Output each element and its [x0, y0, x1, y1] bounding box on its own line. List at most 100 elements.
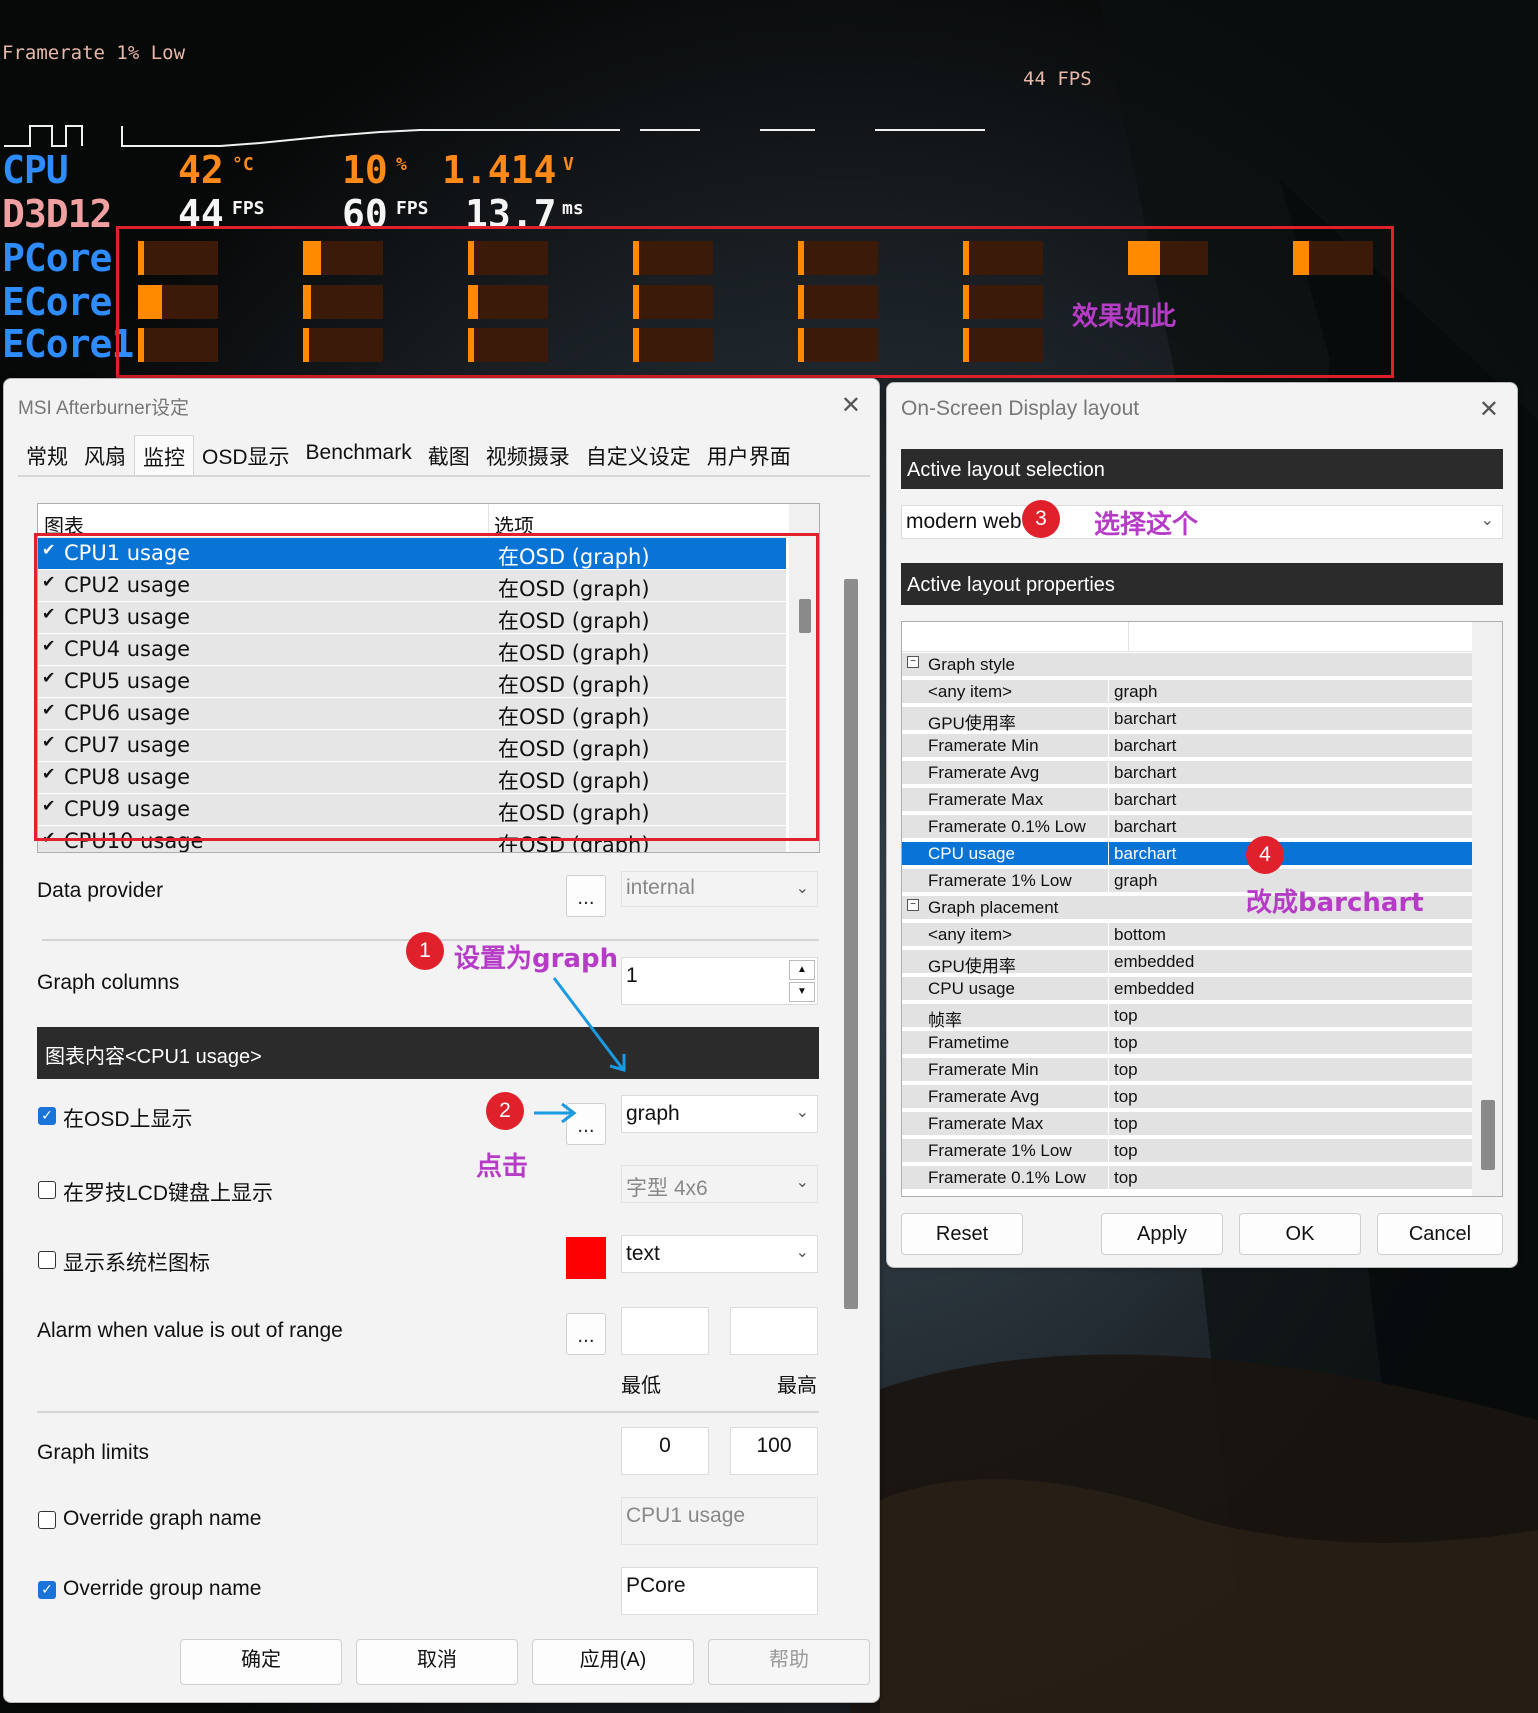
- property-row[interactable]: 帧率 top: [902, 1004, 1474, 1030]
- cancel-button[interactable]: Cancel: [1377, 1213, 1503, 1255]
- property-row[interactable]: Framerate 1% Low top: [902, 1139, 1474, 1163]
- property-value[interactable]: graph: [1114, 871, 1157, 891]
- graph-limit-min-input[interactable]: 0: [621, 1427, 709, 1475]
- tray-icon-label: 显示系统栏图标: [63, 1252, 210, 1275]
- property-row[interactable]: Framerate 0.1% Low barchart: [902, 815, 1474, 839]
- show-lcd-checkbox[interactable]: [38, 1181, 56, 1199]
- chevron-down-icon: ⌄: [795, 880, 809, 897]
- property-row[interactable]: CPU usage barchart: [902, 842, 1474, 866]
- annotation-change-barchart: 改成barchart: [1246, 888, 1424, 918]
- collapse-icon[interactable]: −: [907, 899, 919, 911]
- property-value[interactable]: top: [1114, 1060, 1138, 1080]
- annotation-click: 点击: [476, 1152, 529, 1182]
- property-row[interactable]: CPU usage embedded: [902, 977, 1474, 1001]
- show-in-osd-checkbox[interactable]: ✓: [38, 1107, 56, 1125]
- property-value[interactable]: embedded: [1114, 952, 1194, 972]
- annotation-badge-3: 3: [1022, 500, 1060, 538]
- ok-button[interactable]: 确定: [180, 1639, 342, 1685]
- tab-general[interactable]: 常规: [18, 435, 76, 475]
- property-value[interactable]: top: [1114, 1141, 1138, 1161]
- tab-fan[interactable]: 风扇: [76, 435, 134, 475]
- window-title: MSI Afterburner设定: [18, 398, 190, 419]
- properties-scroll-thumb[interactable]: [1481, 1100, 1495, 1170]
- tab-screenshot[interactable]: 截图: [420, 435, 478, 475]
- tab-benchmark[interactable]: Benchmark: [298, 435, 420, 475]
- osd-cpu-usage: 10: [342, 148, 388, 192]
- graph-limit-max-input[interactable]: 100: [730, 1427, 818, 1475]
- property-value[interactable]: barchart: [1114, 763, 1176, 783]
- close-icon[interactable]: ✕: [1479, 395, 1499, 423]
- osd-group-ecore1: ECore1: [2, 322, 134, 366]
- data-provider-more-button[interactable]: ...: [566, 875, 606, 917]
- highlight-box-list: [34, 533, 819, 841]
- property-key: Framerate Min: [928, 736, 1039, 755]
- tab-custom[interactable]: 自定义设定: [578, 435, 699, 475]
- property-row[interactable]: Framerate Min top: [902, 1058, 1474, 1082]
- alarm-max-input[interactable]: [730, 1307, 818, 1355]
- property-group[interactable]: − Graph style: [902, 653, 1474, 677]
- alarm-min-input[interactable]: [621, 1307, 709, 1355]
- reset-button[interactable]: Reset: [901, 1213, 1023, 1255]
- tray-type-select[interactable]: text ⌄: [621, 1235, 818, 1273]
- property-value[interactable]: top: [1114, 1114, 1138, 1134]
- property-key: Framerate 0.1% Low: [928, 817, 1086, 836]
- close-icon[interactable]: ✕: [841, 391, 861, 419]
- tab-video-capture[interactable]: 视频摄录: [478, 435, 578, 475]
- property-row[interactable]: GPU使用率 barchart: [902, 707, 1474, 733]
- graph-columns-stepper[interactable]: 1 ▲ ▼: [621, 957, 818, 1005]
- property-value[interactable]: top: [1114, 1168, 1138, 1188]
- property-row[interactable]: Framerate Min barchart: [902, 734, 1474, 758]
- property-row[interactable]: Framerate Avg top: [902, 1085, 1474, 1109]
- override-graph-name-label: Override graph name: [63, 1507, 262, 1530]
- property-value[interactable]: bottom: [1114, 925, 1166, 945]
- override-graph-name-checkbox[interactable]: [38, 1511, 56, 1529]
- cancel-button[interactable]: 取消: [356, 1639, 518, 1685]
- property-key: Framerate Max: [928, 1114, 1044, 1133]
- property-value[interactable]: barchart: [1114, 844, 1176, 864]
- properties-scrollbar[interactable]: [1472, 622, 1502, 1196]
- property-value[interactable]: top: [1114, 1006, 1138, 1026]
- graph-limits-label: Graph limits: [37, 1441, 150, 1464]
- apply-button[interactable]: 应用(A): [532, 1639, 694, 1685]
- property-row[interactable]: GPU使用率 embedded: [902, 950, 1474, 976]
- property-value[interactable]: barchart: [1114, 709, 1176, 729]
- property-row[interactable]: Framerate Max barchart: [902, 788, 1474, 812]
- property-value[interactable]: graph: [1114, 682, 1157, 702]
- osd-fps-top: 44 FPS: [1023, 68, 1092, 90]
- stepper-down-icon[interactable]: ▼: [789, 982, 815, 1002]
- apply-button[interactable]: Apply: [1101, 1213, 1223, 1255]
- property-row[interactable]: Frametime top: [902, 1031, 1474, 1055]
- property-value[interactable]: top: [1114, 1033, 1138, 1053]
- property-row[interactable]: <any item> bottom: [902, 923, 1474, 947]
- annotation-badge-1: 1: [406, 932, 444, 970]
- help-button[interactable]: 帮助: [708, 1639, 870, 1685]
- property-value[interactable]: barchart: [1114, 790, 1176, 810]
- tray-icon-checkbox[interactable]: [38, 1251, 56, 1269]
- property-row[interactable]: <any item> graph: [902, 680, 1474, 704]
- property-row[interactable]: Framerate 0.1% Low top: [902, 1166, 1474, 1190]
- property-value[interactable]: embedded: [1114, 979, 1194, 999]
- tray-color-swatch[interactable]: [566, 1237, 606, 1279]
- property-value[interactable]: top: [1114, 1087, 1138, 1107]
- ok-button[interactable]: OK: [1239, 1213, 1361, 1255]
- lcd-font-select[interactable]: 字型 4x6 ⌄: [621, 1165, 818, 1203]
- data-provider-select[interactable]: internal ⌄: [621, 871, 818, 907]
- property-row[interactable]: Framerate Avg barchart: [902, 761, 1474, 785]
- tab-osd[interactable]: OSD显示: [194, 435, 298, 475]
- pane-scroll-thumb[interactable]: [844, 579, 858, 1309]
- stepper-up-icon[interactable]: ▲: [789, 960, 815, 980]
- property-key: Framerate 0.1% Low: [928, 1168, 1086, 1187]
- osd-type-select[interactable]: graph ⌄: [621, 1095, 818, 1133]
- property-value[interactable]: barchart: [1114, 736, 1176, 756]
- layout-select[interactable]: modern web ⌄: [901, 505, 1503, 539]
- alarm-more-button[interactable]: ...: [566, 1313, 606, 1355]
- property-row[interactable]: Framerate Max top: [902, 1112, 1474, 1136]
- override-graph-name-input[interactable]: CPU1 usage: [621, 1497, 818, 1545]
- alarm-max-label: 最高: [777, 1375, 817, 1397]
- property-value[interactable]: barchart: [1114, 817, 1176, 837]
- collapse-icon[interactable]: −: [907, 656, 919, 668]
- override-group-name-checkbox[interactable]: ✓: [38, 1581, 56, 1599]
- tab-monitoring[interactable]: 监控: [134, 435, 194, 475]
- override-group-name-input[interactable]: PCore: [621, 1567, 818, 1615]
- tab-ui[interactable]: 用户界面: [699, 435, 799, 475]
